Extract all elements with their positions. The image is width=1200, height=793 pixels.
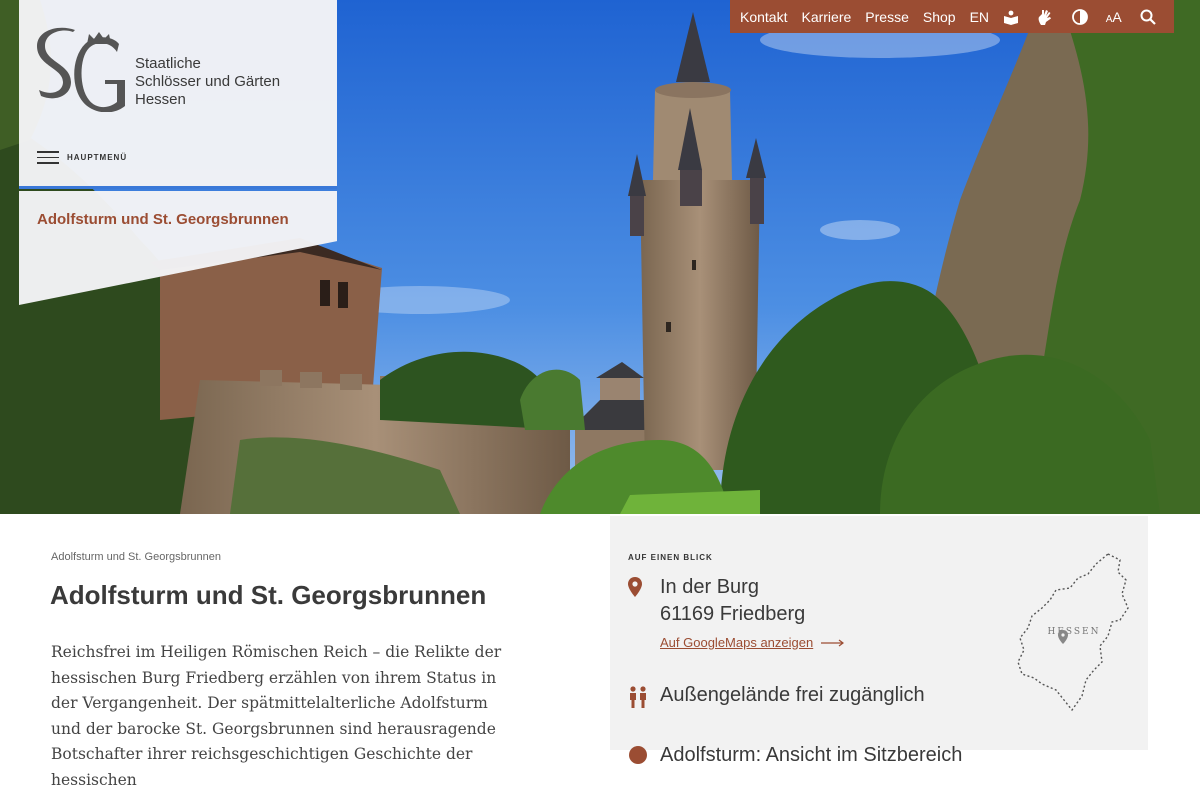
tower-info: Adolfsturm: Ansicht im Sitzbereich [660, 744, 963, 766]
logo-panel: Staatliche Schlösser und Gärten Hessen H… [19, 0, 337, 186]
font-size-icon[interactable]: AA [1106, 9, 1122, 25]
logo-line-1: Staatliche [135, 55, 201, 72]
sg-logo-mark[interactable] [37, 26, 129, 112]
access-info: Außengelände frei zugänglich [660, 684, 925, 706]
sign-language-icon[interactable] [1037, 8, 1053, 26]
google-maps-link[interactable]: Auf GoogleMaps anzeigen [660, 635, 845, 650]
location-pin-icon [628, 577, 642, 597]
nav-link-karriere[interactable]: Karriere [801, 9, 851, 25]
logo-line-3: Hessen [135, 91, 186, 108]
main-menu-button[interactable]: HAUPTMENÜ [37, 151, 127, 164]
main-menu-label: HAUPTMENÜ [67, 153, 128, 162]
at-a-glance-heading: AUF EINEN BLICK [628, 553, 713, 562]
hamburger-icon [37, 151, 59, 164]
hero-page-label: Adolfsturm und St. Georgsbrunnen [37, 211, 289, 228]
google-maps-link-label: Auf GoogleMaps anzeigen [660, 635, 814, 650]
address-street: In der Burg [660, 576, 759, 598]
breadcrumb[interactable]: Adolfsturm und St. Georgsbrunnen [51, 551, 221, 563]
hessen-map[interactable]: HESSEN [1016, 550, 1132, 712]
accent-divider [19, 186, 337, 189]
arrow-right-icon [821, 639, 845, 646]
nav-link-kontakt[interactable]: Kontakt [740, 9, 787, 25]
logo-wordmark[interactable]: Staatliche Schlösser und Gärten Hessen [135, 55, 280, 109]
nav-link-shop[interactable]: Shop [923, 9, 956, 25]
easy-language-icon[interactable] [1003, 8, 1019, 26]
nav-link-english[interactable]: EN [970, 9, 989, 25]
address-city: 61169 Friedberg [660, 603, 806, 625]
intro-text: Reichsfrei im Heiligen Römischen Reich –… [51, 643, 502, 789]
people-icon [630, 686, 646, 708]
logo-line-2: Schlösser und Gärten [135, 73, 281, 90]
info-circle-icon [629, 746, 647, 764]
hessen-map-label: HESSEN [1047, 627, 1100, 637]
nav-link-presse[interactable]: Presse [865, 9, 909, 25]
address: In der Burg 61169 Friedberg [660, 574, 805, 628]
map-pin-icon [1058, 630, 1068, 644]
page-title: Adolfsturm und St. Georgsbrunnen [50, 580, 487, 610]
top-utility-nav: Kontakt Karriere Presse Shop EN AA [730, 0, 1174, 33]
contrast-icon[interactable] [1071, 8, 1088, 26]
search-icon[interactable] [1140, 8, 1156, 26]
